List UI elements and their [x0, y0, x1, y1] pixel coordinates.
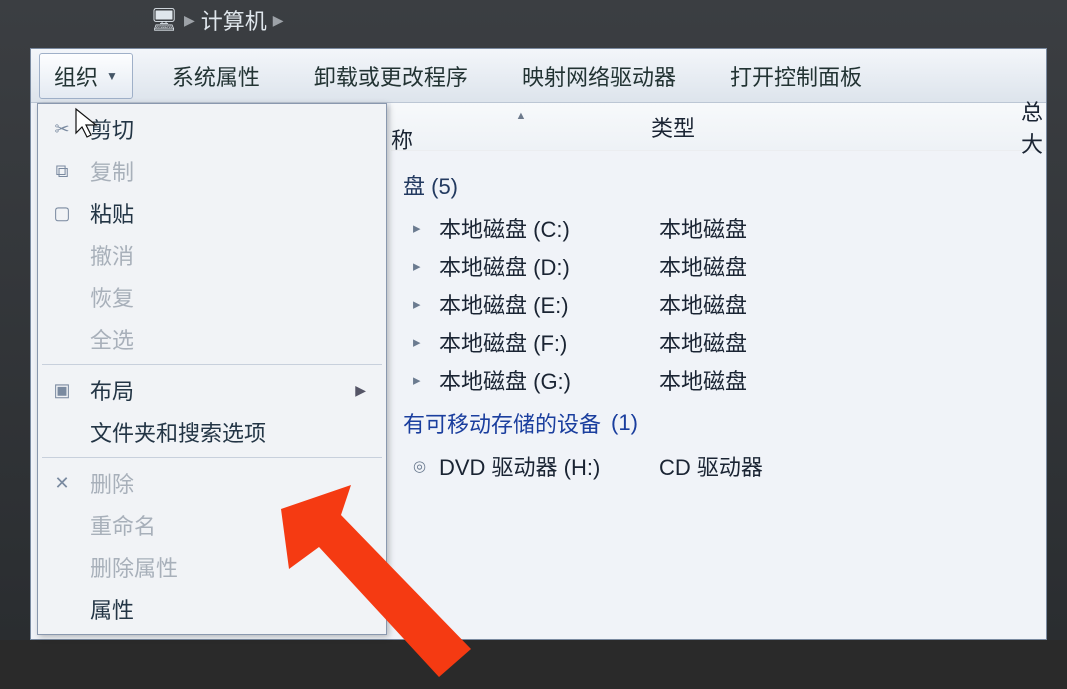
menu-undo-label: 撤消 [90, 239, 134, 271]
optical-drive-icon: ◎ [413, 457, 431, 475]
drive-type: CD 驱动器 [659, 450, 919, 482]
map-network-drive-button[interactable]: 映射网络驱动器 [507, 53, 691, 99]
organize-label: 组织 [54, 60, 98, 92]
menu-properties[interactable]: 属性 [40, 588, 384, 630]
column-headers: ▲ 称 类型 总大 [391, 103, 1046, 151]
group-hard-disks-label: 盘 (5) [403, 169, 458, 201]
menu-paste-label: 粘贴 [90, 197, 134, 229]
breadcrumb[interactable]: 🖥 ▶ 计算机 ▶ [150, 4, 284, 36]
layout-icon: ▣ [48, 380, 76, 401]
drive-icon: ▸ [413, 257, 431, 275]
computer-icon: 🖥 [150, 7, 178, 33]
group-removable-label: 有可移动存储的设备 [403, 407, 601, 439]
open-control-panel-button[interactable]: 打开控制面板 [715, 53, 877, 99]
column-type[interactable]: 类型 [651, 111, 931, 143]
drive-name: 本地磁盘 (E:) [439, 288, 659, 320]
drive-type: 本地磁盘 [659, 250, 919, 282]
scissors-icon: ✂ [48, 119, 76, 140]
drive-row[interactable]: ▸ 本地磁盘 (C:) 本地磁盘 [395, 209, 1046, 247]
column-name-label: 称 [391, 123, 651, 155]
menu-removeprops-label: 删除属性 [90, 551, 178, 583]
column-total-size[interactable]: 总大 [931, 95, 1046, 159]
menu-redo-label: 恢复 [90, 281, 134, 313]
menu-layout-label: 布局 [90, 374, 134, 406]
menu-select-all[interactable]: 全选 [40, 318, 384, 360]
menu-selectall-label: 全选 [90, 323, 134, 355]
drive-name: 本地磁盘 (F:) [439, 326, 659, 358]
drive-row[interactable]: ▸ 本地磁盘 (G:) 本地磁盘 [395, 361, 1046, 399]
explorer-window: 组织 ▼ 系统属性 卸载或更改程序 映射网络驱动器 打开控制面板 ✂ 剪切 ⧉ … [30, 48, 1047, 640]
column-name[interactable]: ▲ 称 [391, 99, 651, 155]
drive-row[interactable]: ◎ DVD 驱动器 (H:) CD 驱动器 [395, 447, 1046, 485]
menu-separator [42, 364, 382, 365]
chevron-right-icon: ▶ [184, 12, 195, 29]
drive-icon: ▸ [413, 219, 431, 237]
drive-type: 本地磁盘 [659, 326, 919, 358]
chevron-right-icon: ▶ [273, 12, 284, 29]
menu-cut[interactable]: ✂ 剪切 [40, 108, 384, 150]
menu-delete[interactable]: ✕ 删除 [40, 462, 384, 504]
clipboard-icon: ▢ [48, 203, 76, 224]
group-removable-count: (1) [611, 410, 638, 436]
drive-type: 本地磁盘 [659, 364, 919, 396]
drive-name: 本地磁盘 (D:) [439, 250, 659, 282]
menu-cut-label: 剪切 [90, 113, 134, 145]
menu-redo[interactable]: 恢复 [40, 276, 384, 318]
system-properties-button[interactable]: 系统属性 [157, 53, 275, 99]
menu-remove-properties[interactable]: 删除属性 [40, 546, 384, 588]
drive-name: 本地磁盘 (G:) [439, 364, 659, 396]
toolbar: 组织 ▼ 系统属性 卸载或更改程序 映射网络驱动器 打开控制面板 [31, 49, 1046, 103]
menu-rename-label: 重命名 [90, 509, 156, 541]
menu-delete-label: 删除 [90, 467, 134, 499]
menu-folderoptions-label: 文件夹和搜索选项 [90, 416, 266, 448]
delete-icon: ✕ [48, 473, 76, 494]
chevron-right-icon: ▶ [355, 382, 366, 399]
drive-type: 本地磁盘 [659, 288, 919, 320]
menu-properties-label: 属性 [90, 593, 134, 625]
uninstall-change-button[interactable]: 卸载或更改程序 [299, 53, 483, 99]
menu-rename[interactable]: 重命名 [40, 504, 384, 546]
chevron-down-icon: ▼ [106, 69, 118, 83]
group-removable[interactable]: 有可移动存储的设备 (1) [395, 407, 1046, 439]
drive-row[interactable]: ▸ 本地磁盘 (F:) 本地磁盘 [395, 323, 1046, 361]
drive-icon: ▸ [413, 295, 431, 313]
drive-row[interactable]: ▸ 本地磁盘 (E:) 本地磁盘 [395, 285, 1046, 323]
menu-folder-search-options[interactable]: 文件夹和搜索选项 [40, 411, 384, 453]
drive-name: DVD 驱动器 (H:) [439, 450, 659, 482]
menu-copy[interactable]: ⧉ 复制 [40, 150, 384, 192]
copy-icon: ⧉ [48, 161, 76, 182]
group-hard-disks[interactable]: 盘 (5) [395, 169, 1046, 201]
drive-name: 本地磁盘 (C:) [439, 212, 659, 244]
menu-separator [42, 457, 382, 458]
menu-layout[interactable]: ▣ 布局 ▶ [40, 369, 384, 411]
menu-paste[interactable]: ▢ 粘贴 [40, 192, 384, 234]
menu-copy-label: 复制 [90, 155, 134, 187]
drive-icon: ▸ [413, 333, 431, 351]
organize-menu: ✂ 剪切 ⧉ 复制 ▢ 粘贴 撤消 恢复 全选 [37, 103, 387, 635]
drive-icon: ▸ [413, 371, 431, 389]
breadcrumb-location: 计算机 [201, 4, 267, 36]
content-area: 盘 (5) ▸ 本地磁盘 (C:) 本地磁盘 ▸ 本地磁盘 (D:) 本地磁盘 … [391, 151, 1046, 639]
menu-undo[interactable]: 撤消 [40, 234, 384, 276]
organize-button[interactable]: 组织 ▼ [39, 53, 133, 99]
drive-type: 本地磁盘 [659, 212, 919, 244]
sort-asc-icon: ▲ [391, 110, 651, 122]
drive-row[interactable]: ▸ 本地磁盘 (D:) 本地磁盘 [395, 247, 1046, 285]
